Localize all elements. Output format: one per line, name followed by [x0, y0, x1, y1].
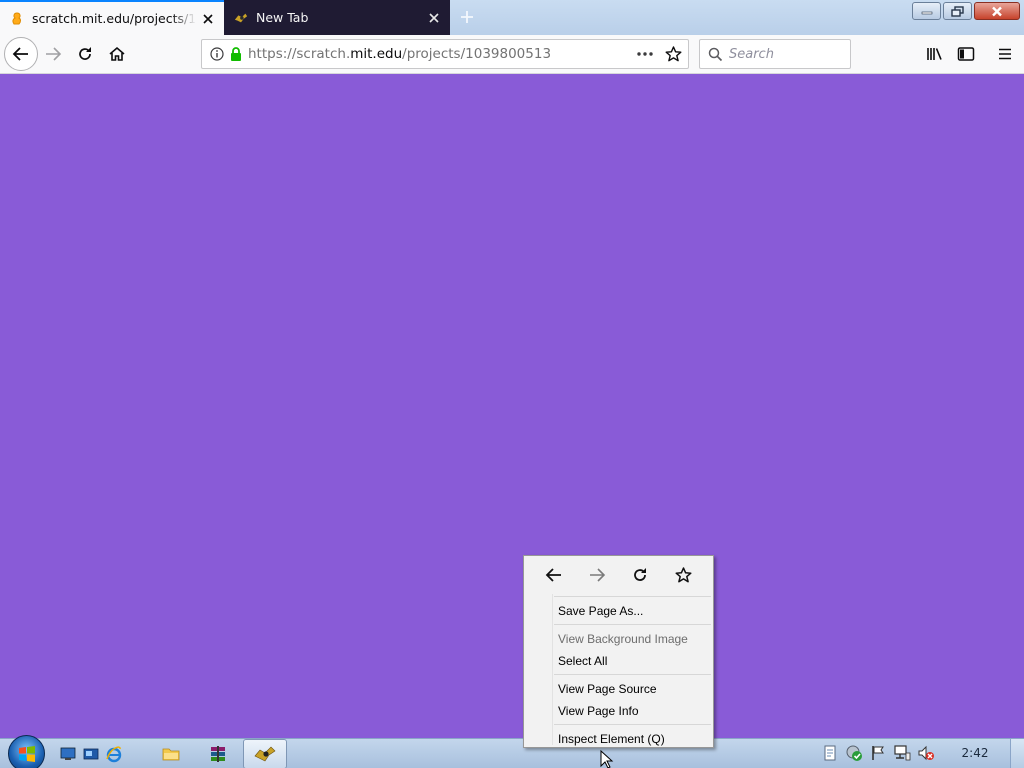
- context-menu-nav-row: [524, 556, 713, 594]
- taskbar-clock[interactable]: 2:42: [952, 746, 998, 760]
- page-actions-button[interactable]: [636, 47, 654, 61]
- mouse-cursor-icon: [600, 750, 614, 768]
- menu-item-view-page-source[interactable]: View Page Source: [524, 678, 713, 700]
- navigation-toolbar: https://scratch.mit.edu/projects/1039800…: [0, 35, 1024, 74]
- back-icon: [545, 568, 561, 582]
- context-bookmark-button[interactable]: [669, 561, 697, 589]
- info-icon[interactable]: [210, 47, 224, 61]
- forward-arrow-icon: [46, 47, 62, 61]
- context-menu: Save Page As... View Background Image Se…: [523, 555, 714, 748]
- firefox-favicon-icon: [234, 11, 248, 25]
- action-center-flag-icon[interactable]: [869, 744, 887, 762]
- padlock-icon[interactable]: [230, 47, 242, 61]
- menu-item-save-page-as[interactable]: Save Page As...: [524, 600, 713, 622]
- new-tab-button[interactable]: [454, 4, 480, 30]
- minimize-button[interactable]: [912, 2, 941, 20]
- tab-strip: scratch.mit.edu/projects/1039800513 New …: [0, 0, 1024, 35]
- tab-scratch-project[interactable]: scratch.mit.edu/projects/1039800513: [0, 0, 224, 35]
- tab-close-icon[interactable]: [422, 6, 446, 30]
- internet-explorer-icon[interactable]: [101, 741, 127, 767]
- url-text: https://scratch.mit.edu/projects/1039800…: [248, 46, 551, 62]
- network-tray-icon[interactable]: [893, 744, 911, 762]
- url-prefix: https://scratch.: [248, 46, 351, 62]
- search-input[interactable]: Search: [729, 47, 774, 62]
- back-arrow-icon: [12, 47, 28, 61]
- sidebar-icon: [957, 47, 975, 61]
- menu-item-inspect-element[interactable]: Inspect Element (Q): [524, 728, 713, 750]
- menu-item-select-all[interactable]: Select All: [524, 650, 713, 672]
- show-desktop-button[interactable]: [1010, 739, 1024, 768]
- bookmark-star-button[interactable]: [665, 46, 682, 62]
- forward-button[interactable]: [38, 39, 68, 69]
- star-icon: [665, 46, 682, 62]
- windows-logo-icon: [18, 745, 35, 762]
- search-icon: [708, 47, 723, 62]
- firefox-icon: [254, 746, 276, 762]
- document-tray-icon[interactable]: [821, 744, 839, 762]
- taskbar-firefox-app[interactable]: [243, 739, 287, 768]
- minimize-icon: [921, 11, 932, 15]
- forward-icon: [589, 568, 606, 582]
- tab-new-tab[interactable]: New Tab: [224, 0, 450, 35]
- restore-button[interactable]: [943, 2, 972, 20]
- context-back-button[interactable]: [540, 561, 568, 589]
- tab-title: scratch.mit.edu/projects/1039800513: [32, 11, 196, 26]
- url-bar[interactable]: https://scratch.mit.edu/projects/1039800…: [201, 39, 689, 69]
- reload-icon: [634, 568, 647, 581]
- library-button[interactable]: [920, 39, 950, 69]
- window-close-button[interactable]: [974, 2, 1020, 20]
- ellipsis-icon: [637, 52, 653, 56]
- search-bar[interactable]: Search: [699, 39, 851, 69]
- sidebar-button[interactable]: [951, 39, 981, 69]
- context-reload-button[interactable]: [626, 561, 654, 589]
- tab-title: New Tab: [256, 10, 309, 25]
- winrar-icon[interactable]: [205, 741, 231, 767]
- volume-muted-tray-icon[interactable]: [917, 744, 935, 762]
- page-content[interactable]: [0, 74, 1024, 738]
- tab-close-icon[interactable]: [196, 7, 220, 31]
- bookmark-star-icon: [675, 567, 692, 583]
- hamburger-menu-icon: [999, 48, 1011, 60]
- start-button[interactable]: [8, 735, 45, 768]
- url-path: /projects/1039800513: [402, 46, 552, 62]
- close-icon: [992, 6, 1002, 16]
- home-button[interactable]: [102, 39, 132, 69]
- menu-item-view-page-info[interactable]: View Page Info: [524, 700, 713, 722]
- taskbar: 2:42: [0, 735, 1024, 768]
- plus-icon: [461, 11, 473, 23]
- back-button[interactable]: [4, 37, 38, 71]
- restore-icon: [950, 5, 964, 17]
- url-host: mit.edu: [350, 46, 403, 62]
- file-explorer-icon[interactable]: [158, 741, 184, 767]
- app-menu-button[interactable]: [990, 39, 1020, 69]
- security-shield-tray-icon[interactable]: [845, 744, 863, 762]
- home-icon: [109, 46, 125, 61]
- reload-icon: [79, 47, 91, 60]
- menu-item-view-background-image[interactable]: View Background Image: [524, 628, 713, 650]
- window-controls: [912, 2, 1020, 20]
- context-forward-button[interactable]: [583, 561, 611, 589]
- scratch-favicon-icon: [10, 12, 24, 26]
- reload-button[interactable]: [70, 39, 100, 69]
- library-icon: [927, 48, 942, 60]
